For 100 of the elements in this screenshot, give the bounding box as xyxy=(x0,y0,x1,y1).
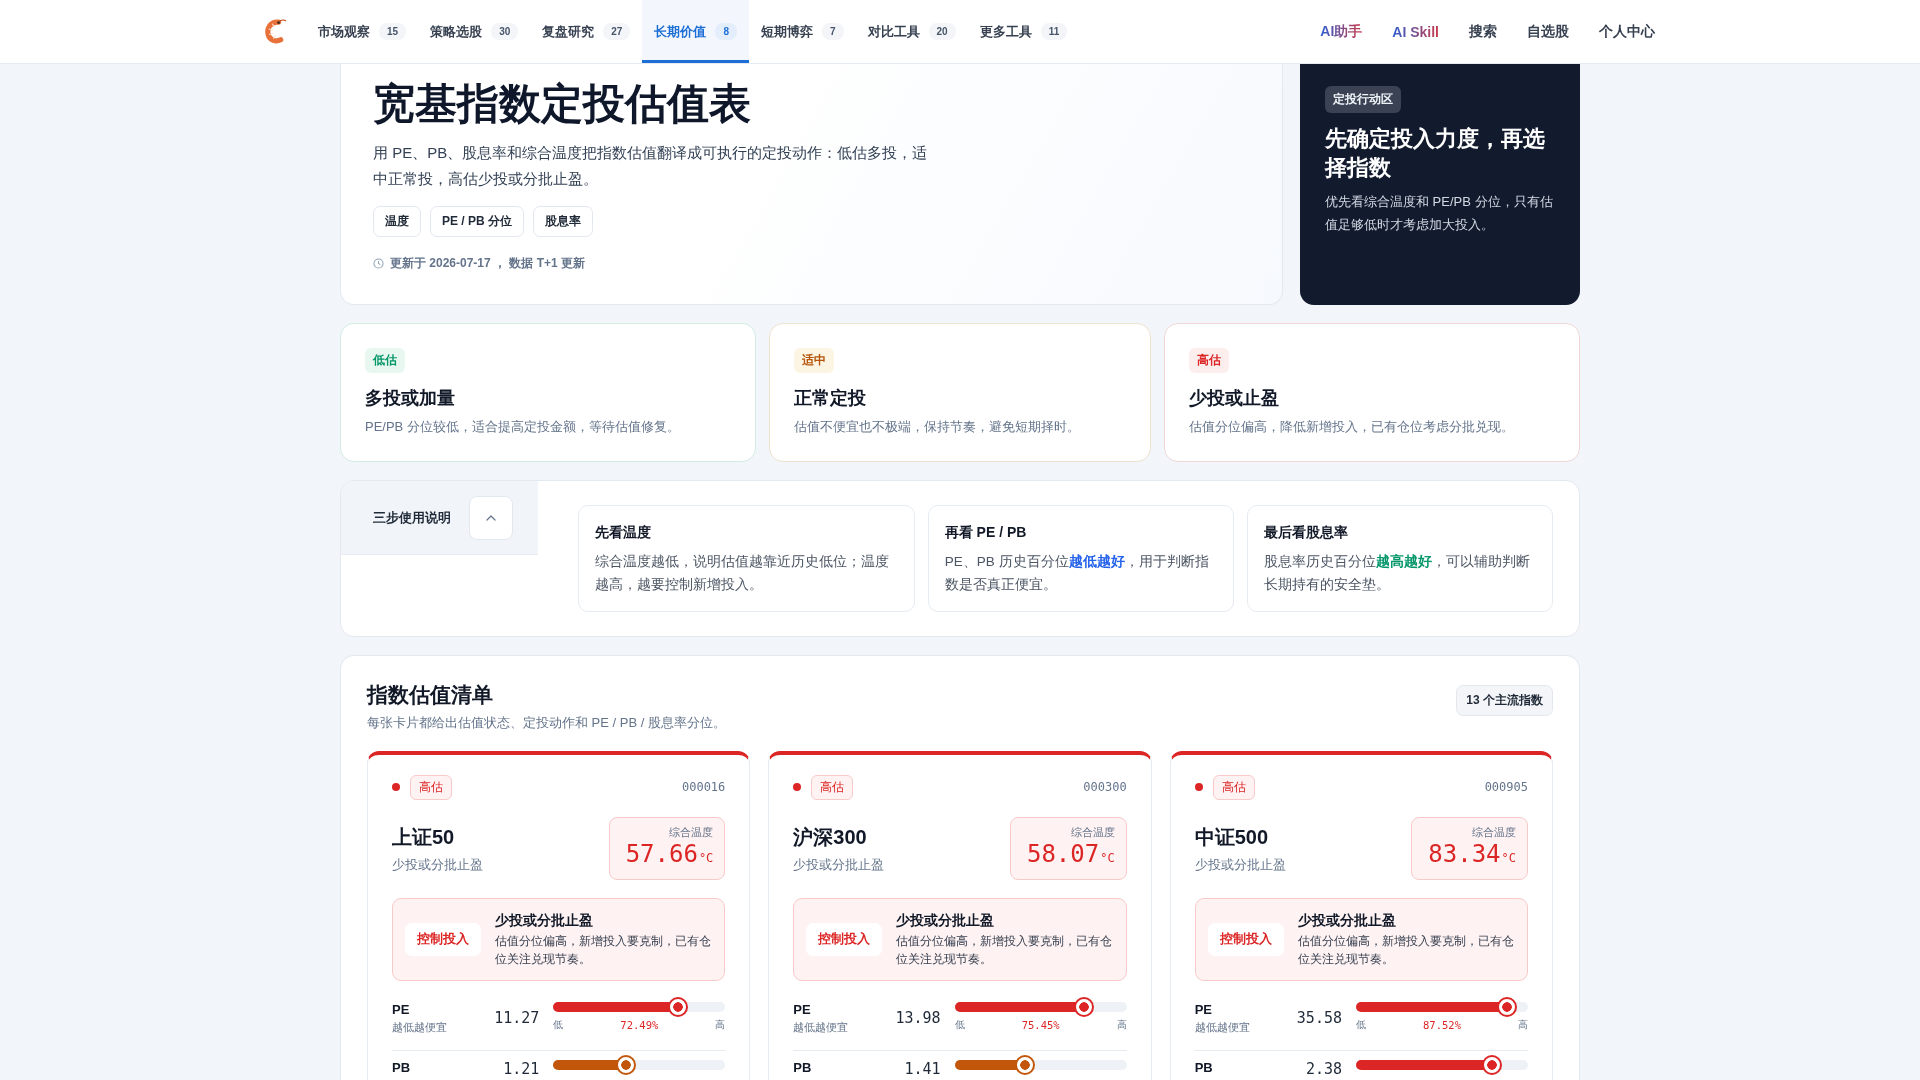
nav-tab[interactable]: 市场观察 15 xyxy=(306,0,419,63)
shrimp-icon[interactable] xyxy=(265,19,287,44)
status-dot-icon xyxy=(793,783,802,791)
status-dot-icon xyxy=(1194,783,1203,791)
count-badge: 27 xyxy=(603,23,631,40)
status-tag: 高估 xyxy=(1212,774,1255,800)
panel-title: 先确定投入力度，再选择指数 xyxy=(1325,125,1546,182)
metric-name: PE xyxy=(392,1001,411,1019)
temperature-label: 综合温度 xyxy=(1471,825,1516,839)
index-card[interactable]: 高估 000300 沪深300 少投或分批止盈 综合温度 58.07°C 控制投入 少投或分批止盈 估值分位偏高，新增投入要克制，已有仓位关注兑现节奏。 PE 越低越便宜 13.98 低 75.45% 高 PB 1.41 xyxy=(768,751,1152,1080)
action-tag: 控制投入 xyxy=(1207,922,1284,956)
metric-value: 1.21 xyxy=(502,1059,540,1079)
nav-link[interactable]: AI Skill xyxy=(1392,23,1439,40)
advice-title: 少投或分批止盈 xyxy=(495,911,594,930)
temperature-value: 58.07°C xyxy=(1026,839,1115,870)
list-title: 指数估值清单 xyxy=(367,682,494,708)
zone-tag: 适中 xyxy=(793,348,834,373)
index-name: 上证50 xyxy=(392,824,456,850)
index-code: 000300 xyxy=(1083,780,1127,794)
index-name: 沪深300 xyxy=(793,824,868,850)
temperature-label: 综合温度 xyxy=(668,825,714,839)
metric-hint: 越低越便宜 xyxy=(1194,1020,1251,1035)
topic-chip: PE / PB 分位 xyxy=(430,206,524,237)
nav-tab[interactable]: 更多工具 11 xyxy=(967,0,1080,63)
temperature-value: 83.34°C xyxy=(1428,839,1516,870)
nav-tab[interactable]: 复盘研究 27 xyxy=(530,0,643,63)
zone-text: 估值分位偏高，降低新增投入，已有仓位考虑分批兑现。 xyxy=(1189,418,1516,436)
metric-name: PB xyxy=(793,1059,813,1077)
nav-tab[interactable]: 对比工具 20 xyxy=(855,0,968,63)
zone-text: 估值不便宜也不极端，保持节奏，避免短期择时。 xyxy=(793,418,1081,436)
scale-low-label: 低 xyxy=(1356,1018,1366,1032)
list-subtitle: 每张卡片都给出估值状态、定投动作和 PE / PB / 股息率分位。 xyxy=(367,714,726,732)
percentile-label: 72.49% xyxy=(620,1018,659,1032)
status-tag: 高估 xyxy=(811,774,854,800)
zone-title: 正常定投 xyxy=(793,387,867,410)
nav-link[interactable]: AI助手 xyxy=(1320,22,1363,41)
topic-chip: 股息率 xyxy=(533,206,593,237)
scale-high-label: 高 xyxy=(715,1018,726,1032)
count-badge: 7 xyxy=(821,23,844,40)
zone-tag: 高估 xyxy=(1189,348,1230,373)
temperature-value: 57.66°C xyxy=(625,839,714,870)
metric-hint: 越低越便宜 xyxy=(793,1020,850,1035)
metric-name: PB xyxy=(392,1059,412,1077)
zone-text: PE/PB 分位较低，适合提高定投金额，等待估值修复。 xyxy=(365,418,681,436)
index-code: 000905 xyxy=(1484,780,1528,794)
action-tag: 控制投入 xyxy=(806,922,883,956)
index-action: 少投或分批止盈 xyxy=(793,855,885,874)
index-action: 少投或分批止盈 xyxy=(392,855,483,874)
nav-tab[interactable]: 策略选股 30 xyxy=(418,0,531,63)
zone-title: 少投或止盈 xyxy=(1189,387,1281,410)
status-dot-icon xyxy=(392,783,400,791)
status-tag: 高估 xyxy=(410,774,452,800)
page-description: 用 PE、PB、股息率和综合温度把指数估值翻译成可执行的定投动作：低估多投，适中正常投，高估少投或分批止盈。 xyxy=(373,143,929,189)
count-badge: 13 个主流指数 xyxy=(1456,685,1553,716)
step-title: 最后看股息率 xyxy=(1263,523,1349,542)
temperature-label: 综合温度 xyxy=(1069,825,1115,839)
nav-tab[interactable]: 长期价值 8 xyxy=(642,0,749,63)
panel-text: 优先看综合温度和 PE/PB 分位，只有估值足够低时才考虑加大投入。 xyxy=(1325,193,1554,234)
metric-name: PE xyxy=(1194,1001,1213,1019)
zone-tag: 低估 xyxy=(365,348,405,373)
update-info: 更新于 2026-07-17 ， 数据 T+1 更新 xyxy=(390,255,586,272)
step-text: 股息率历史百分位越高越好，可以辅助判断长期持有的安全垫。 xyxy=(1263,553,1531,594)
nav-link[interactable]: 搜索 xyxy=(1469,22,1497,41)
advice-text: 估值分位偏高，新增投入要克制，已有仓位关注兑现节奏。 xyxy=(1297,933,1515,968)
index-action: 少投或分批止盈 xyxy=(1194,855,1286,874)
index-code: 000016 xyxy=(681,780,726,794)
guide-title: 三步使用说明 xyxy=(373,508,451,527)
page-title: 宽基指数定投估值表 xyxy=(373,79,752,129)
metric-value: 13.98 xyxy=(894,1008,941,1028)
metric-value: 11.27 xyxy=(493,1008,540,1028)
panel-badge: 定投行动区 xyxy=(1325,86,1401,113)
advice-title: 少投或分批止盈 xyxy=(896,911,996,930)
scale-high-label: 高 xyxy=(1518,1018,1528,1032)
index-card[interactable]: 高估 000905 中证500 少投或分批止盈 综合温度 83.34°C 控制投入 少投或分批止盈 估值分位偏高，新增投入要克制，已有仓位关注兑现节奏。 PE 越低越便宜 35.58 低 87.52% 高 PB 2.38 xyxy=(1169,751,1553,1080)
action-tag: 控制投入 xyxy=(405,922,481,956)
chevron-up-icon xyxy=(486,514,496,521)
scale-low-label: 低 xyxy=(954,1018,965,1032)
nav-link[interactable]: 自选股 xyxy=(1527,22,1569,41)
metric-value: 1.41 xyxy=(903,1059,941,1079)
count-badge: 30 xyxy=(491,23,519,40)
advice-text: 估值分位偏高，新增投入要克制，已有仓位关注兑现节奏。 xyxy=(896,933,1114,968)
topic-chip: 温度 xyxy=(373,206,421,237)
step-title: 再看 PE / PB xyxy=(944,523,1028,542)
count-badge: 15 xyxy=(379,23,407,40)
advice-title: 少投或分批止盈 xyxy=(1297,911,1397,930)
count-badge: 8 xyxy=(715,23,737,40)
scale-high-label: 高 xyxy=(1116,1018,1127,1032)
count-badge: 20 xyxy=(928,23,956,40)
nav-tab[interactable]: 短期博弈 7 xyxy=(748,0,856,63)
metric-value: 35.58 xyxy=(1295,1008,1342,1028)
metric-value: 2.38 xyxy=(1304,1059,1342,1079)
metric-name: PE xyxy=(793,1001,812,1019)
step-title: 先看温度 xyxy=(595,523,652,542)
clock-icon xyxy=(373,258,384,269)
advice-text: 估值分位偏高，新增投入要克制，已有仓位关注兑现节奏。 xyxy=(495,933,712,968)
index-card[interactable]: 高估 000016 上证50 少投或分批止盈 综合温度 57.66°C 控制投入 少投或分批止盈 估值分位偏高，新增投入要克制，已有仓位关注兑现节奏。 PE 越低越便宜 11.27 低 72.49% 高 PB 1.21 xyxy=(367,751,751,1080)
metric-hint: 越低越便宜 xyxy=(392,1020,448,1035)
nav-link[interactable]: 个人中心 xyxy=(1599,22,1655,41)
percentile-label: 87.52% xyxy=(1423,1018,1461,1032)
scale-low-label: 低 xyxy=(553,1018,564,1032)
